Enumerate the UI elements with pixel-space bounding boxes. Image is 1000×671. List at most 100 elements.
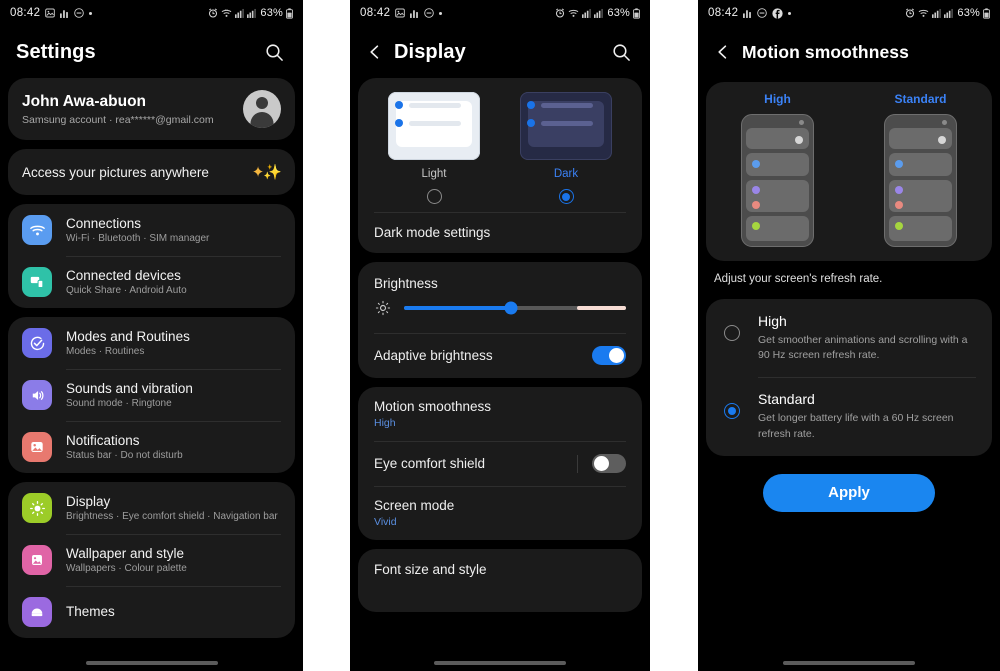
themes-icon	[22, 597, 52, 627]
dot-icon	[439, 11, 443, 15]
font-card: Font size and style	[358, 549, 642, 612]
wifi-calling-icon	[568, 8, 579, 18]
picture-icon	[22, 545, 52, 575]
slider-warm-segment	[577, 306, 626, 310]
preview-row	[527, 101, 593, 109]
apply-button[interactable]: Apply	[763, 473, 935, 512]
signal-bars-icon	[60, 8, 69, 18]
mockup-dot-green	[895, 221, 903, 230]
item-title: Connections	[66, 216, 142, 231]
option-standard[interactable]: Standard Get longer battery life with a …	[706, 377, 992, 455]
adaptive-brightness-row[interactable]: Adaptive brightness	[358, 333, 642, 378]
bell-image-icon	[22, 432, 52, 462]
font-size-and-style-row[interactable]: Font size and style	[358, 549, 642, 590]
gesture-bar[interactable]	[698, 661, 1000, 665]
account-subtitle: Samsung account · rea******@gmail.com	[22, 113, 214, 126]
radio-standard[interactable]	[724, 403, 740, 420]
gesture-bar[interactable]	[0, 661, 303, 665]
item-subtitle: Status bar · Do not disturb	[66, 450, 183, 461]
slider-fill	[404, 306, 511, 310]
refresh-rate-previews: High Standard	[706, 92, 992, 247]
sidebar-item-wallpaper-and-style[interactable]: Wallpaper and style Wallpapers · Colour …	[8, 534, 295, 586]
radio-light[interactable]	[426, 189, 442, 204]
sidebar-item-connections[interactable]: Connections Wi-Fi · Bluetooth · SIM mana…	[8, 204, 295, 256]
status-bar: 08:42 4G 63%	[0, 0, 303, 26]
item-text: Themes	[66, 604, 115, 621]
sidebar-item-display[interactable]: Display Brightness · Eye comfort shield …	[8, 482, 295, 534]
sim2-signal-icon	[944, 8, 954, 18]
phone-screen-settings: 08:42 4G 63% Settings John Awa-abuon Sam…	[0, 0, 303, 671]
eye-comfort-shield-toggle[interactable]	[592, 454, 626, 473]
status-bar-right: 63%	[905, 7, 990, 19]
theme-option-dark[interactable]: Dark	[511, 92, 621, 204]
promo-label: Access your pictures anywhere	[22, 164, 209, 180]
samsung-account-row[interactable]: John Awa-abuon Samsung account · rea****…	[8, 78, 295, 140]
dark-mode-settings-row[interactable]: Dark mode settings	[358, 212, 642, 253]
theme-option-light[interactable]: Light	[379, 92, 489, 204]
mockup-block	[746, 127, 809, 150]
motion-smoothness-row[interactable]: Motion smoothness High	[358, 387, 642, 441]
sidebar-item-connected-devices[interactable]: Connected devices Quick Share · Android …	[8, 256, 295, 308]
item-title: Display	[66, 494, 111, 509]
panel-gap-1	[303, 0, 350, 671]
sidebar-item-modes-and-routines[interactable]: Modes and Routines Modes · Routines	[8, 317, 295, 369]
display-scroll[interactable]: Light Dark Dark mode settings Brightness…	[350, 78, 650, 612]
slider-knob[interactable]	[504, 301, 518, 315]
gesture-bar-handle[interactable]	[85, 661, 218, 665]
option-title-standard: Standard	[758, 391, 815, 408]
mockup-block	[746, 215, 809, 241]
search-icon[interactable]	[261, 39, 287, 65]
settings-group-connections: Connections Wi-Fi · Bluetooth · SIM mana…	[8, 204, 295, 308]
theme-card: Light Dark Dark mode settings	[358, 78, 642, 253]
check-circle-icon	[22, 328, 52, 358]
adaptive-brightness-label: Adaptive brightness	[374, 348, 493, 363]
item-text: Connected devices Quick Share · Android …	[66, 268, 187, 296]
page-title: Settings	[16, 40, 96, 63]
display-header: Display	[350, 26, 650, 78]
preview-dot	[527, 119, 535, 127]
mockup-dot-purple	[895, 186, 903, 195]
preview-dot	[527, 101, 535, 109]
gesture-bar-handle[interactable]	[783, 661, 915, 665]
item-text: Connections Wi-Fi · Bluetooth · SIM mana…	[66, 216, 209, 244]
theme-label-light: Light	[421, 168, 447, 180]
access-pictures-row[interactable]: Access your pictures anywhere ✦✨	[8, 149, 295, 195]
sidebar-item-themes[interactable]: Themes	[8, 586, 295, 638]
option-high[interactable]: High Get smoother animations and scrolli…	[706, 299, 992, 377]
back-chevron-icon[interactable]	[710, 39, 736, 65]
preview-standard: Standard	[861, 92, 981, 247]
mockup-dot-purple	[752, 186, 760, 195]
radio-high[interactable]	[724, 325, 740, 341]
sim2-signal-icon	[594, 8, 604, 18]
brightness-slider-row[interactable]	[358, 295, 642, 333]
item-subtitle: Wi-Fi · Bluetooth · SIM manager	[66, 233, 210, 244]
signal-bars-icon	[410, 8, 419, 18]
search-icon[interactable]	[608, 39, 634, 65]
adaptive-brightness-toggle[interactable]	[592, 346, 626, 365]
promo-card[interactable]: Access your pictures anywhere ✦✨	[8, 149, 295, 195]
settings-header: Settings	[0, 26, 303, 78]
refresh-rate-options: High Get smoother animations and scrolli…	[706, 299, 992, 456]
brightness-slider[interactable]	[404, 301, 626, 315]
account-card[interactable]: John Awa-abuon Samsung account · rea****…	[8, 78, 295, 140]
battery-icon	[983, 7, 990, 19]
sidebar-item-notifications[interactable]: Notifications Status bar · Do not distur…	[8, 421, 295, 473]
settings-scroll[interactable]: John Awa-abuon Samsung account · rea****…	[0, 78, 303, 638]
toggle-knob	[594, 456, 609, 471]
account-text: John Awa-abuon Samsung account · rea****…	[22, 93, 243, 126]
back-chevron-icon[interactable]	[362, 39, 388, 65]
screen-mode-row[interactable]: Screen mode Vivid	[358, 486, 642, 540]
status-time: 08:42	[708, 7, 739, 19]
theme-chooser: Light Dark	[358, 78, 642, 212]
refresh-rate-preview-card: High Standard	[706, 82, 992, 261]
mockup-dot-red	[895, 201, 903, 210]
battery-percent: 63%	[260, 7, 283, 19]
eye-comfort-shield-row[interactable]: Eye comfort shield	[358, 441, 642, 486]
radio-dark[interactable]	[558, 189, 574, 204]
sidebar-item-sounds-and-vibration[interactable]: Sounds and vibration Sound mode · Ringto…	[8, 369, 295, 421]
gesture-bar-handle[interactable]	[434, 661, 566, 665]
gesture-bar[interactable]	[350, 661, 650, 665]
item-text: Notifications Status bar · Do not distur…	[66, 433, 183, 461]
option-desc-standard: Get longer battery life with a 60 Hz scr…	[758, 412, 954, 440]
avatar[interactable]	[243, 90, 281, 128]
